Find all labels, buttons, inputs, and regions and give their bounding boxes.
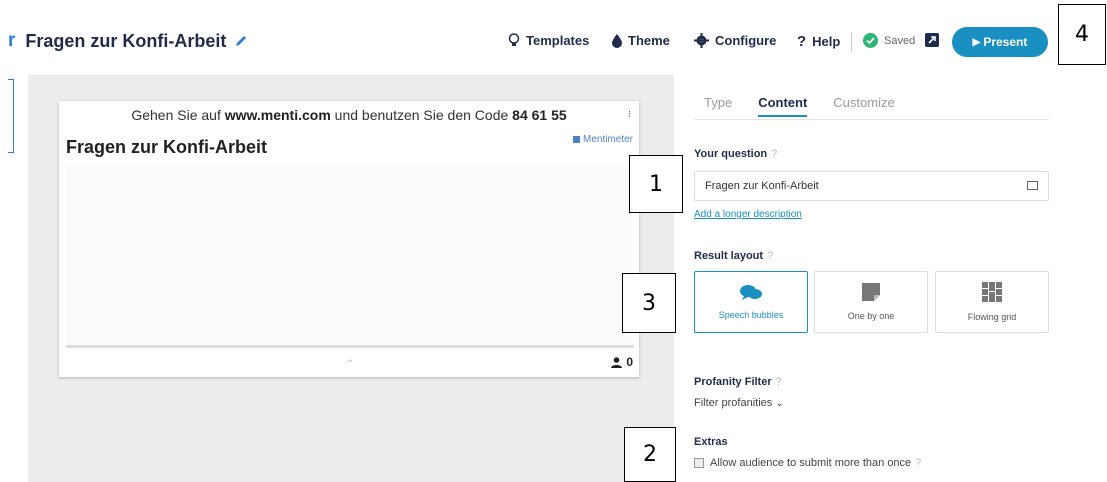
help-label: Help (812, 34, 841, 49)
participant-count-value: 0 (626, 355, 633, 369)
layout-label-one-by-one: One by one (847, 311, 895, 321)
tab-customize[interactable]: Customize (833, 95, 894, 117)
person-icon (611, 356, 623, 368)
help-icon[interactable]: ? (915, 457, 921, 469)
participant-count: 0 (611, 355, 633, 369)
allow-multiple-label: Allow audience to submit more than once (710, 457, 912, 469)
question-input[interactable]: Fragen zur Konfi-Arbeit (694, 171, 1049, 201)
play-icon: ▶ (972, 36, 981, 48)
pencil-icon[interactable] (234, 34, 248, 48)
add-description-link[interactable]: Add a longer description (694, 209, 802, 220)
templates-button[interactable]: Templates (508, 33, 589, 48)
grid-icon (982, 282, 1002, 304)
droplet-icon (612, 33, 622, 48)
extras-label: Extras (694, 436, 728, 448)
speech-bubbles-icon (739, 284, 763, 302)
mentimeter-logo-icon (572, 136, 580, 143)
edit-panel: Type Content Customize Your question? Fr… (674, 75, 1107, 482)
layout-flowing-grid[interactable]: Flowing grid (935, 271, 1049, 333)
help-button[interactable]: ? Help (797, 33, 840, 50)
saved-label: Saved (884, 34, 916, 47)
back-partial-label[interactable]: r (8, 30, 15, 52)
mentimeter-brand: Mentimeter (572, 134, 633, 145)
top-bar: r Fragen zur Konfi-Arbeit Templates Them… (0, 0, 1107, 75)
help-icon[interactable]: ? (776, 376, 782, 388)
annotation-box-1: 1 (629, 155, 683, 213)
result-layout-label: Result layout? (694, 250, 773, 262)
help-icon[interactable]: ? (771, 148, 777, 160)
sticky-note-icon (862, 283, 880, 303)
checkbox[interactable] (694, 458, 704, 468)
allow-multiple-submissions[interactable]: Allow audience to submit more than once … (694, 457, 921, 469)
question-label-text: Your question (694, 148, 768, 160)
annotation-box-3: 3 (622, 273, 676, 333)
theme-label: Theme (628, 33, 670, 48)
chevron-down-icon: ⌄ (775, 398, 784, 409)
presentation-title-wrap: r Fragen zur Konfi-Arbeit (8, 30, 248, 52)
tab-content[interactable]: Content (758, 95, 808, 117)
chevron-down-icon[interactable]: ⌄ (346, 354, 354, 365)
question-input-value: Fragen zur Konfi-Arbeit (705, 180, 819, 192)
join-code: 84 61 55 (512, 107, 567, 123)
layout-label-speech-bubbles: Speech bubbles (718, 310, 784, 320)
annotation-box-4: 4 (1058, 4, 1106, 65)
annotation-box-2: 2 (624, 427, 676, 482)
profanity-filter-toggle[interactable]: Filter profanities ⌄ (694, 397, 784, 409)
horizontal-scrollbar[interactable] (66, 345, 634, 348)
slide-thumbnails-strip (0, 75, 28, 482)
slide-title: Fragen zur Konfi-Arbeit (66, 137, 267, 157)
help-icon[interactable]: ? (767, 250, 773, 262)
panel-tabs: Type Content Customize (704, 95, 895, 117)
gear-icon (694, 33, 709, 48)
profanity-label-text: Profanity Filter (694, 376, 772, 388)
slide-menu-icon[interactable]: ⁝ (628, 109, 631, 120)
tab-type[interactable]: Type (704, 95, 732, 117)
question-mark-icon: ? (797, 33, 807, 50)
tabs-divider (694, 119, 1049, 120)
selected-thumbnail-marker[interactable] (8, 79, 14, 153)
present-button[interactable]: ▶ Present (952, 27, 1048, 57)
join-middle: und benutzen Sie den Code (330, 107, 513, 123)
share-button[interactable] (925, 33, 945, 47)
templates-label: Templates (526, 33, 590, 48)
check-circle-icon (863, 33, 878, 48)
layout-one-by-one[interactable]: One by one (814, 271, 928, 333)
brand-label: Mentimeter (582, 134, 633, 145)
join-url: www.menti.com (224, 107, 331, 123)
image-icon[interactable] (1027, 181, 1038, 190)
question-label: Your question? (694, 148, 777, 160)
layout-speech-bubbles[interactable]: Speech bubbles (694, 271, 808, 333)
theme-button[interactable]: Theme (612, 33, 670, 48)
lightbulb-icon (508, 33, 520, 48)
external-link-icon (925, 33, 939, 47)
layout-label-flowing-grid: Flowing grid (967, 312, 1017, 322)
responses-area (66, 165, 634, 345)
profanity-toggle-label: Filter profanities (694, 397, 773, 409)
join-instructions: Gehen Sie auf www.menti.com und benutzen… (59, 107, 639, 123)
presentation-title[interactable]: Fragen zur Konfi-Arbeit (25, 31, 226, 52)
configure-button[interactable]: Configure (694, 33, 776, 48)
configure-label: Configure (715, 33, 777, 48)
profanity-filter-label: Profanity Filter? (694, 376, 782, 388)
nav-divider (851, 32, 852, 52)
join-prefix: Gehen Sie auf (131, 107, 225, 123)
slide-preview: Gehen Sie auf www.menti.com und benutzen… (59, 101, 639, 377)
present-label: Present (983, 35, 1028, 49)
saved-status: Saved (863, 33, 915, 48)
result-layout-label-text: Result layout (694, 250, 764, 262)
